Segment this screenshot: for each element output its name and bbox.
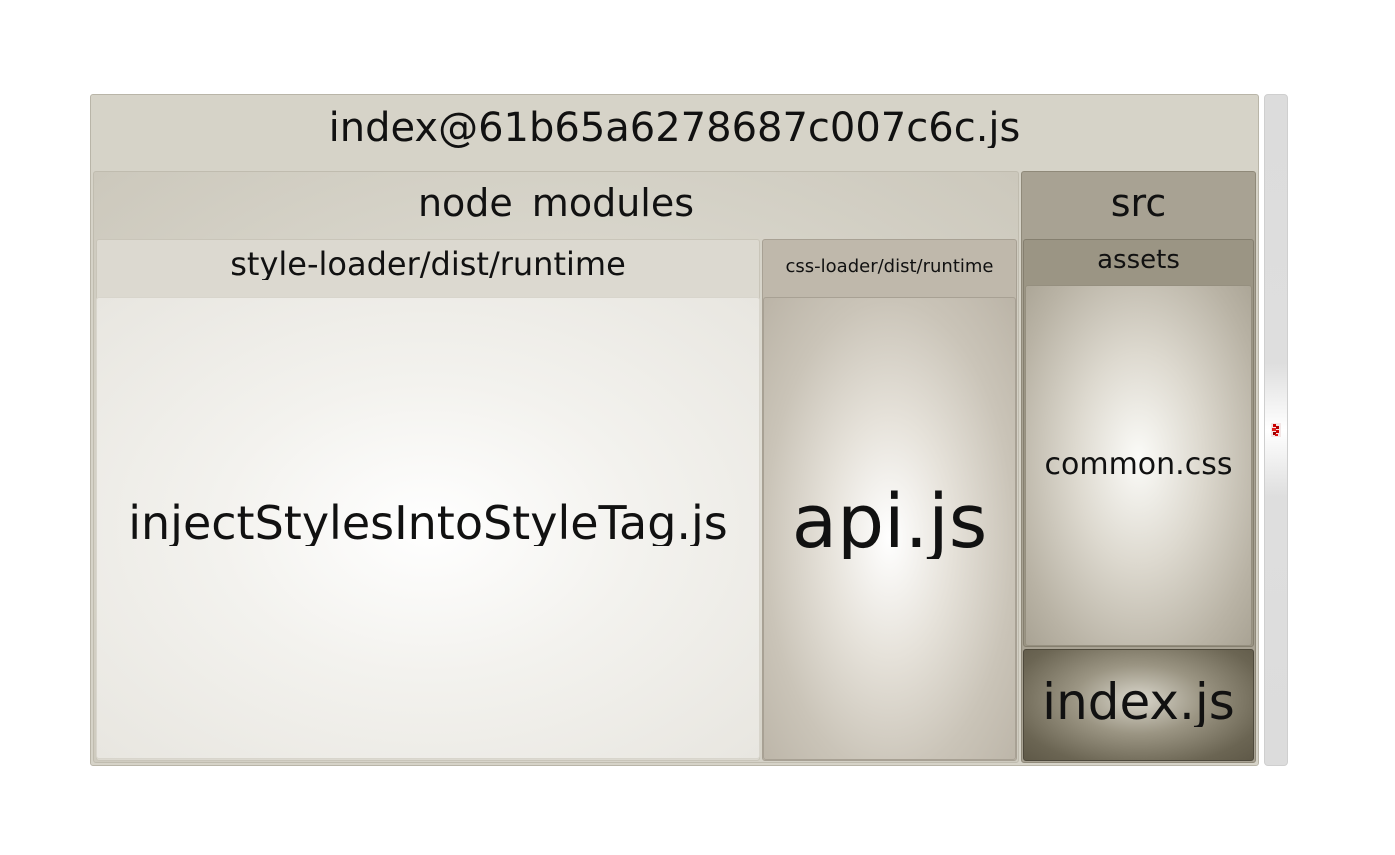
style-loader-label: style-loader/dist/runtime (230, 248, 626, 280)
pin-icon[interactable] (1270, 422, 1282, 438)
bundle-label: index@61b65a6278687c007c6c.js (328, 108, 1021, 148)
src-label: src (1110, 184, 1167, 222)
inject-styles-file-label: injectStylesIntoStyleTag.js (128, 500, 728, 546)
assets-label: assets (1097, 247, 1180, 273)
common-css-file-label: common.css (1044, 450, 1233, 480)
css-loader-label: css-loader/dist/runtime (785, 258, 994, 276)
node-modules-label: node_modules (417, 184, 695, 222)
api-file-label: api.js (791, 485, 988, 559)
index-js-file-label: index.js (1042, 677, 1235, 727)
